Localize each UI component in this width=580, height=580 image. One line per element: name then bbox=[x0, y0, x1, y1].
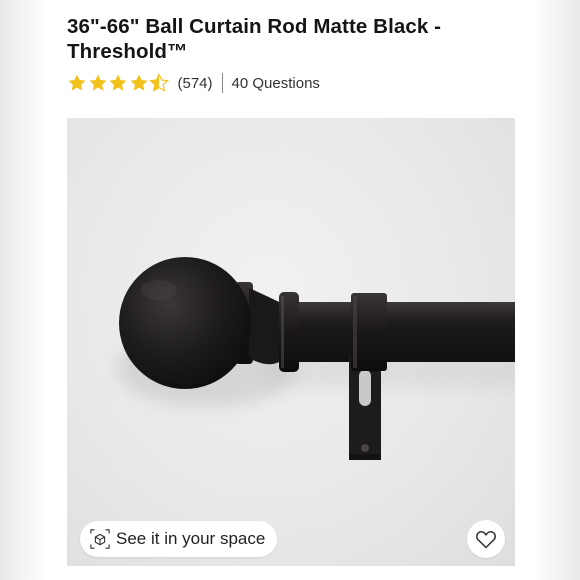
star-full-icon bbox=[68, 74, 86, 91]
star-full-icon bbox=[129, 74, 148, 91]
favorite-button[interactable] bbox=[467, 520, 505, 558]
ar-cube-icon bbox=[90, 529, 110, 549]
see-in-space-button[interactable]: See it in your space bbox=[80, 521, 278, 557]
rating-count[interactable]: (574) bbox=[178, 75, 213, 92]
heart-outline-icon bbox=[476, 531, 496, 549]
star-half-icon bbox=[149, 73, 169, 92]
rating-row: (574) 40 Questions bbox=[67, 71, 320, 95]
star-rating[interactable] bbox=[67, 73, 170, 93]
left-edge-shade bbox=[0, 0, 48, 580]
product-image[interactable]: See it in your space bbox=[67, 118, 515, 566]
star-full-icon bbox=[88, 74, 107, 91]
see-in-space-label: See it in your space bbox=[116, 529, 266, 548]
questions-link[interactable]: 40 Questions bbox=[232, 75, 320, 92]
curtain-rod-photo bbox=[117, 257, 515, 460]
product-title: 36"-66" Ball Curtain Rod Matte Black - T… bbox=[67, 15, 442, 63]
star-full-icon bbox=[109, 74, 127, 91]
right-edge-shade bbox=[532, 0, 580, 580]
divider bbox=[221, 73, 223, 93]
